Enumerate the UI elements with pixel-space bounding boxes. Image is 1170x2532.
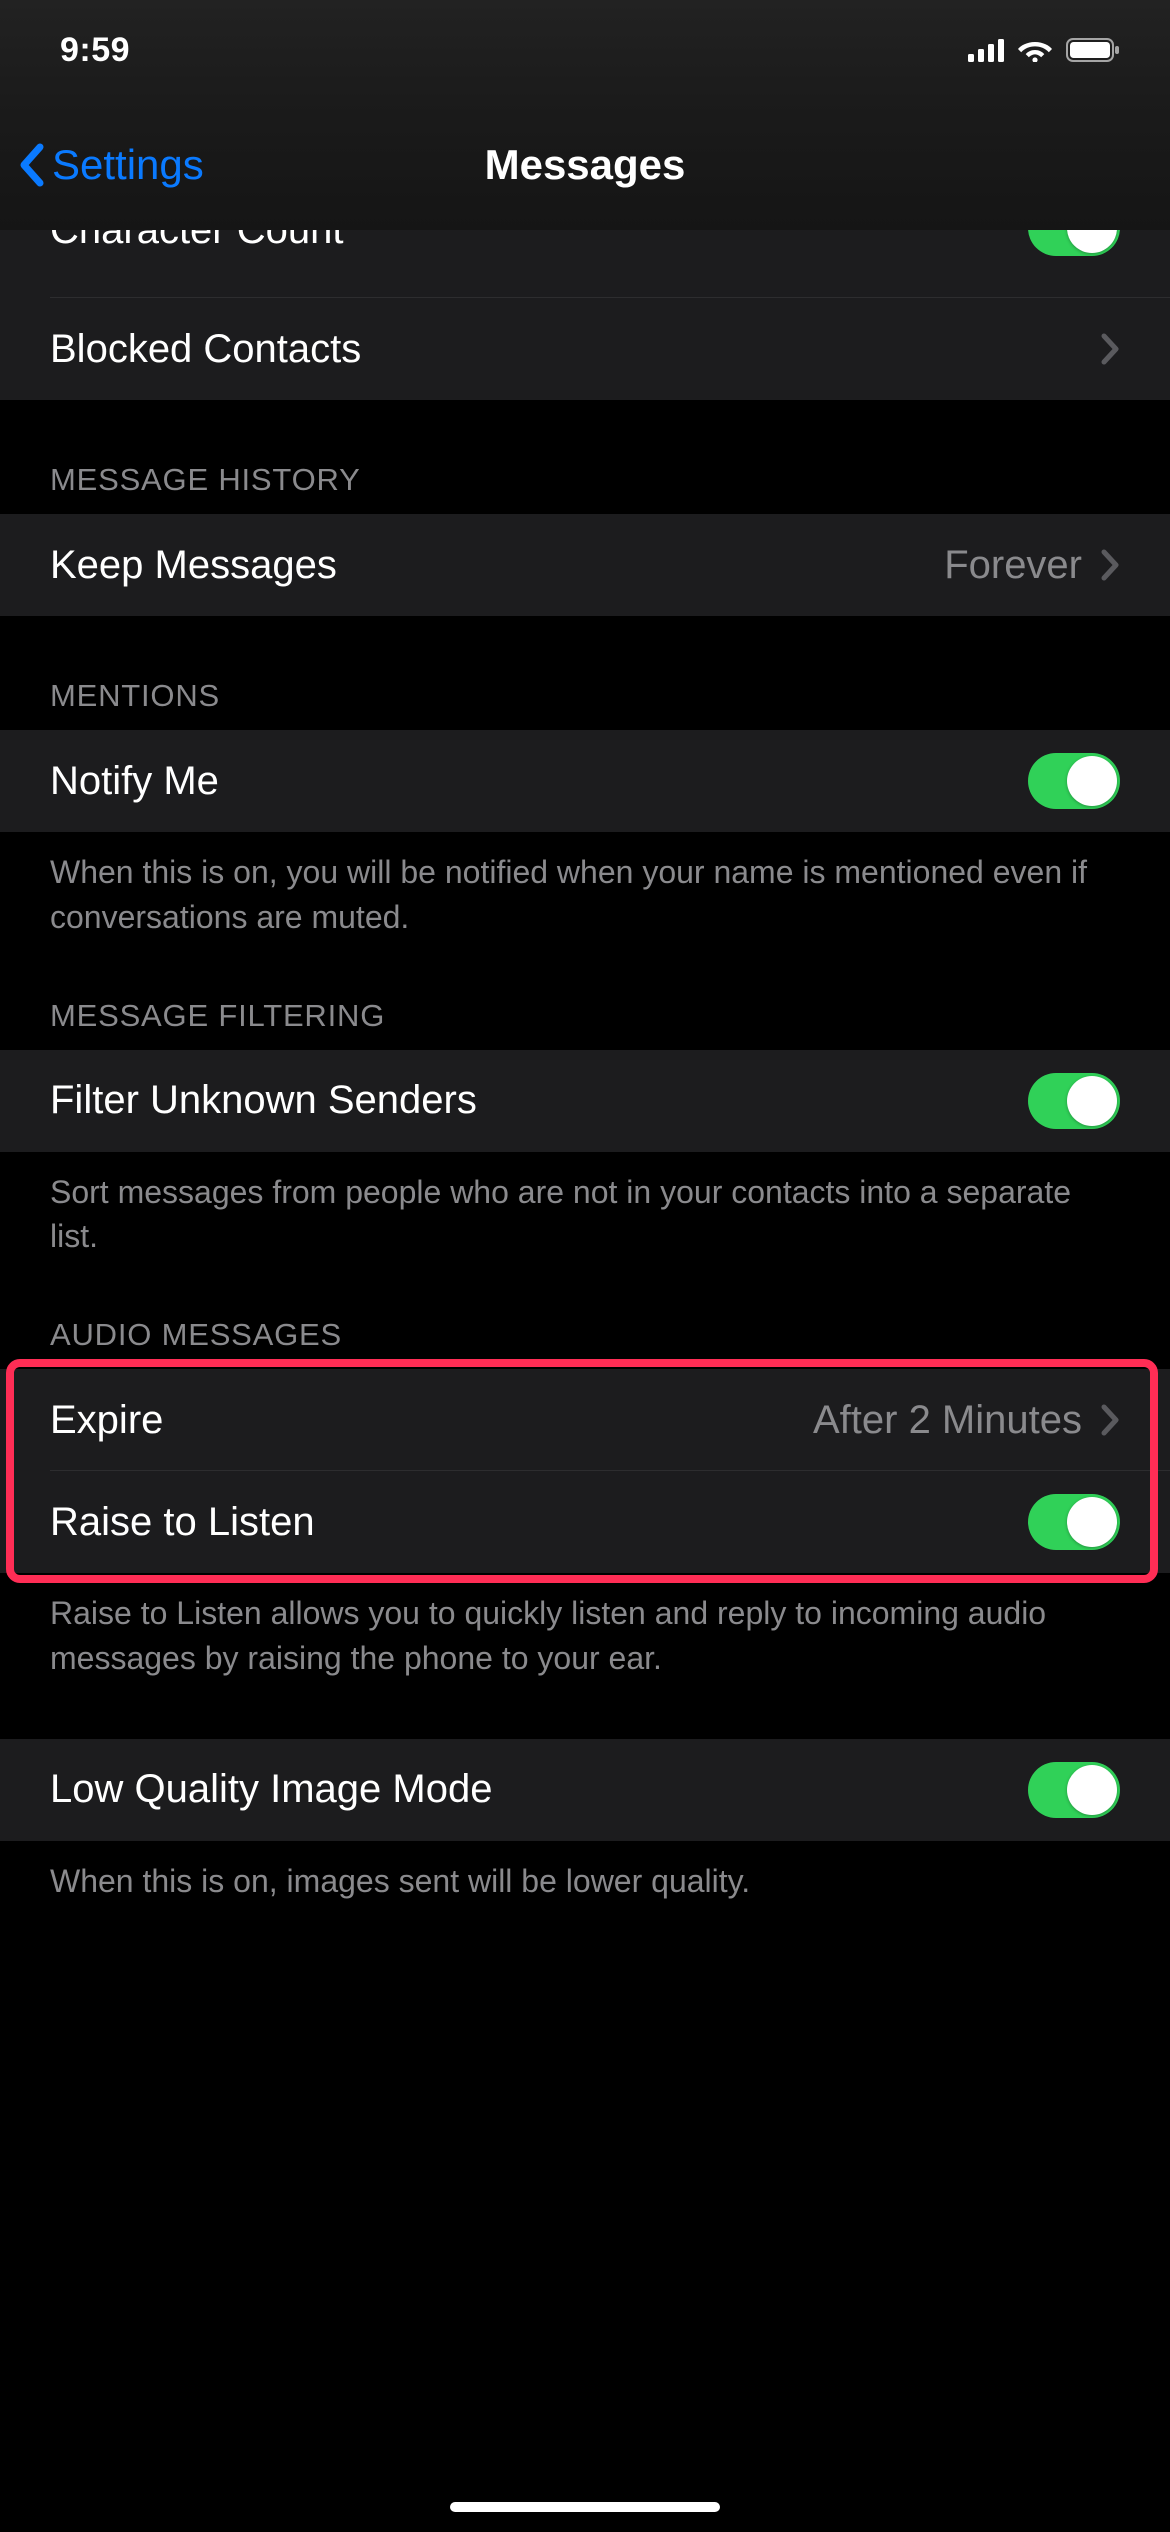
row-filter-unknown-senders[interactable]: Filter Unknown Senders (0, 1050, 1170, 1152)
row-blocked-contacts[interactable]: Blocked Contacts (0, 298, 1170, 400)
chevron-left-icon (18, 143, 46, 187)
section-footer-filter-unknown: Sort messages from people who are not in… (0, 1152, 1170, 1260)
section-header-mentions: MENTIONS (0, 616, 1170, 730)
wifi-icon (1018, 38, 1052, 62)
home-indicator[interactable] (450, 2502, 720, 2512)
row-expire[interactable]: Expire After 2 Minutes (0, 1369, 1170, 1471)
battery-icon (1066, 38, 1120, 62)
status-icons (968, 38, 1120, 62)
row-label: Low Quality Image Mode (50, 1767, 492, 1812)
row-keep-messages[interactable]: Keep Messages Forever (0, 514, 1170, 616)
back-label: Settings (52, 141, 204, 189)
back-button[interactable]: Settings (18, 141, 204, 189)
toggle-low-quality-image-mode[interactable] (1028, 1762, 1120, 1818)
cellular-icon (968, 38, 1004, 62)
section-header-message-history: MESSAGE HISTORY (0, 400, 1170, 514)
status-bar: 9:59 (0, 0, 1170, 100)
nav-bar: Settings Messages (0, 100, 1170, 230)
section-header-message-filtering: MESSAGE FILTERING (0, 940, 1170, 1050)
section-header-audio-messages: AUDIO MESSAGES (0, 1259, 1170, 1369)
row-character-count[interactable]: Character Count (0, 230, 1170, 298)
page-title: Messages (485, 141, 686, 189)
row-low-quality-image-mode[interactable]: Low Quality Image Mode (0, 1739, 1170, 1841)
status-time: 9:59 (60, 31, 130, 70)
settings-list: Character Count Blocked Contacts MESSAGE… (0, 230, 1170, 2532)
row-label: Raise to Listen (50, 1500, 315, 1545)
section-footer-notify-me: When this is on, you will be notified wh… (0, 832, 1170, 940)
row-label: Character Count (50, 230, 343, 253)
row-notify-me[interactable]: Notify Me (0, 730, 1170, 832)
toggle-filter-unknown-senders[interactable] (1028, 1073, 1120, 1129)
toggle-notify-me[interactable] (1028, 753, 1120, 809)
row-label: Keep Messages (50, 543, 337, 588)
chevron-right-icon (1100, 548, 1120, 582)
row-label: Expire (50, 1398, 163, 1443)
toggle-raise-to-listen[interactable] (1028, 1494, 1120, 1550)
row-label: Filter Unknown Senders (50, 1078, 477, 1123)
toggle-character-count[interactable] (1028, 230, 1120, 256)
row-value: Forever (944, 543, 1082, 588)
row-label: Notify Me (50, 759, 219, 804)
row-label: Blocked Contacts (50, 327, 361, 372)
section-footer-low-quality: When this is on, images sent will be low… (0, 1841, 1170, 1904)
row-value: After 2 Minutes (813, 1398, 1082, 1443)
row-raise-to-listen[interactable]: Raise to Listen (0, 1471, 1170, 1573)
chevron-right-icon (1100, 1403, 1120, 1437)
chevron-right-icon (1100, 332, 1120, 366)
section-footer-raise-to-listen: Raise to Listen allows you to quickly li… (0, 1573, 1170, 1681)
